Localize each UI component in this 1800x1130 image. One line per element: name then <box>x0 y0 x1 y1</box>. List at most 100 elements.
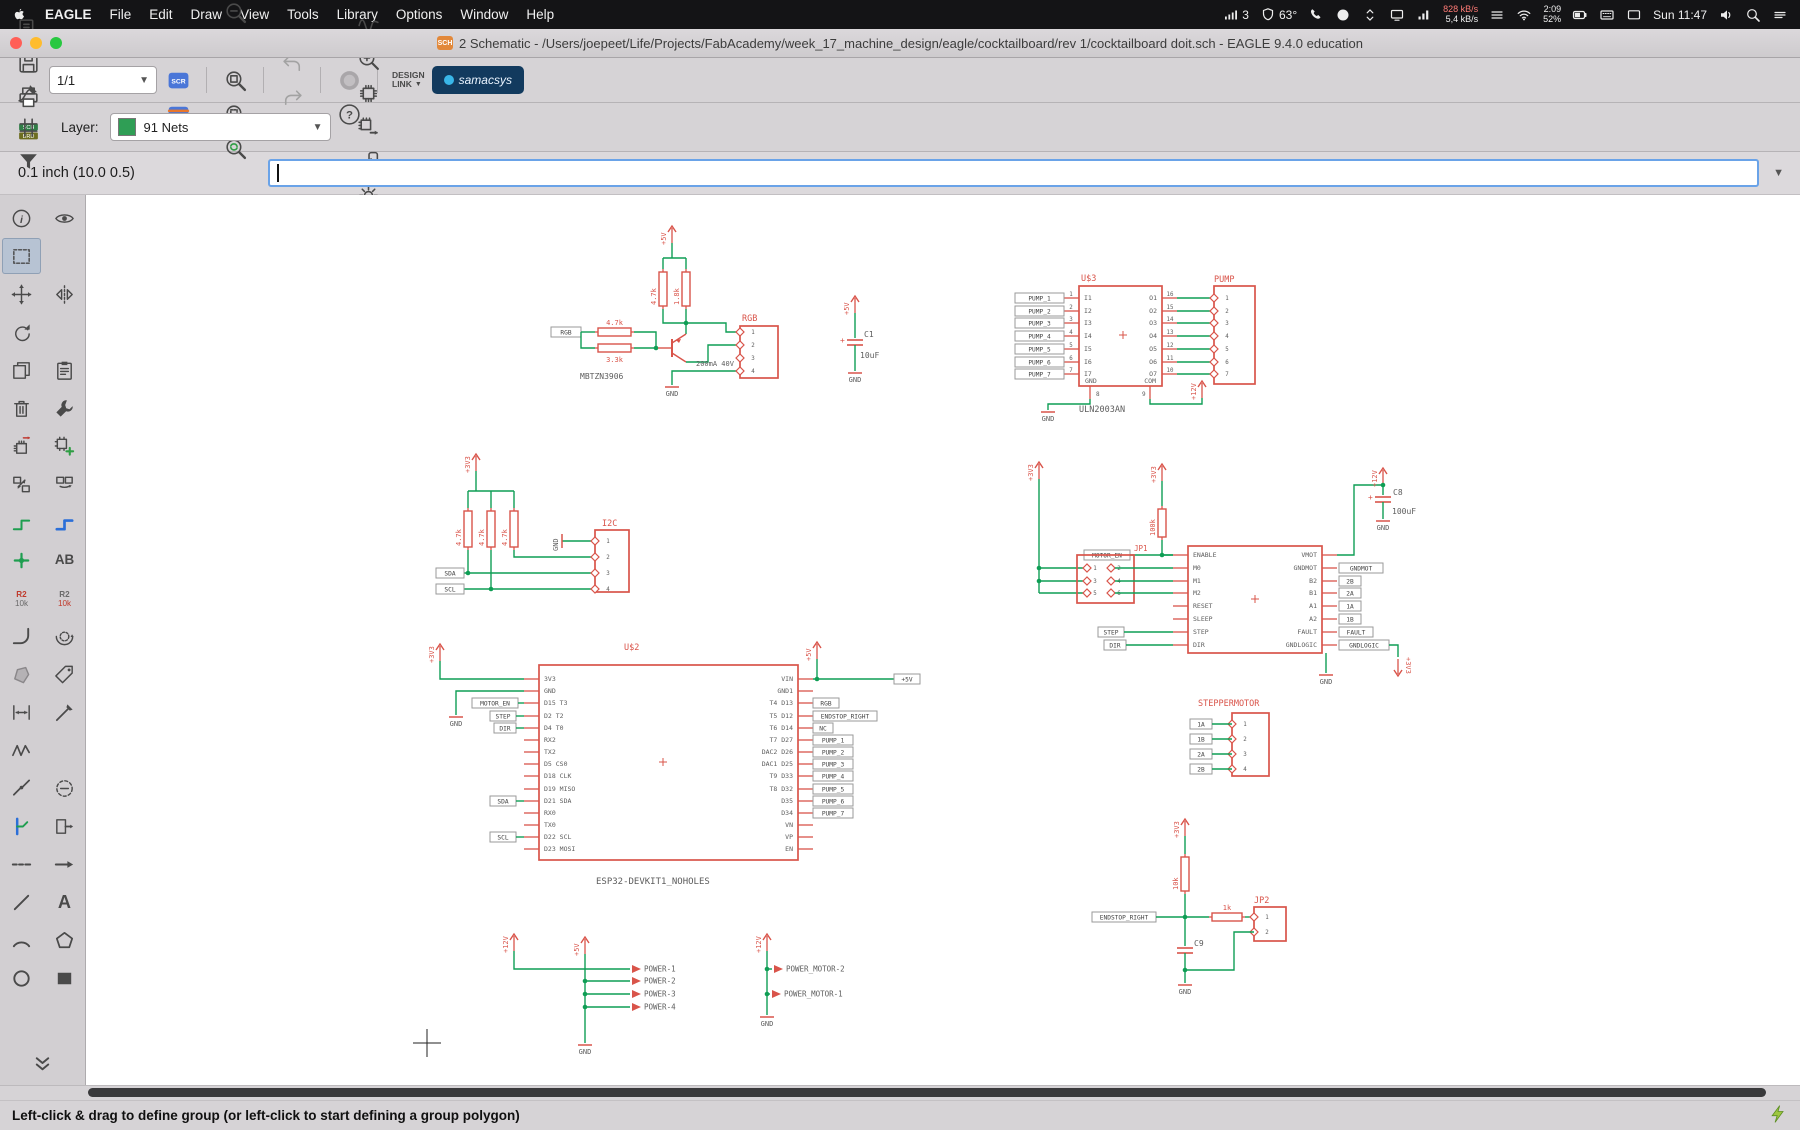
move-tool[interactable] <box>2 276 41 312</box>
menu-app-name[interactable]: EAGLE <box>45 7 92 22</box>
menu-item-window[interactable]: Window <box>460 7 508 22</box>
svg-text:+3V3: +3V3 <box>1404 657 1412 674</box>
menu-item-help[interactable]: Help <box>526 7 554 22</box>
zoom-window-button[interactable] <box>50 37 62 49</box>
bus-tap-tool[interactable] <box>2 808 41 844</box>
wire-style-button[interactable] <box>10 76 46 110</box>
name-tool[interactable]: R2 10k <box>2 580 41 616</box>
text-tool[interactable]: A <box>45 884 84 920</box>
wifi-icon[interactable] <box>1516 7 1532 23</box>
sheet-selector[interactable]: 1/1 ▼ <box>49 66 157 94</box>
palette-expand-button[interactable] <box>23 1045 62 1081</box>
minimize-button[interactable] <box>30 37 42 49</box>
dimension-tool[interactable] <box>2 694 41 730</box>
invoke-tool[interactable] <box>45 808 84 844</box>
svg-text:+5V: +5V <box>901 676 912 683</box>
gateswap-tool[interactable] <box>45 466 84 502</box>
pinswap-tool[interactable] <box>2 466 41 502</box>
battery-icon[interactable] <box>1572 7 1588 23</box>
svg-text:T6 D14: T6 D14 <box>770 724 794 732</box>
svg-text:1A: 1A <box>1346 603 1354 610</box>
horizontal-scrollbar[interactable] <box>88 1088 1766 1097</box>
close-button[interactable] <box>10 37 22 49</box>
screen-icon[interactable] <box>1626 7 1642 23</box>
svg-text:10k: 10k <box>57 599 71 608</box>
add-part-tool[interactable] <box>45 428 84 464</box>
horizontal-scrollbar-track[interactable] <box>0 1085 1800 1100</box>
svg-text:FAULT: FAULT <box>1297 628 1317 636</box>
junction-tool[interactable] <box>2 542 41 578</box>
rotate-tool[interactable] <box>2 314 41 350</box>
battery-time[interactable]: 2:09 52% <box>1543 4 1561 24</box>
split-tool[interactable] <box>2 770 41 806</box>
svg-text:STEP: STEP <box>496 713 511 720</box>
info-tool[interactable]: i <box>2 200 41 236</box>
attribute-tool[interactable] <box>45 656 84 692</box>
schematic-canvas[interactable]: +5V 4.7k 1.8k RGB 4.7k 3.3k GND MBTZN3906 200mA … <box>86 195 1800 1085</box>
pattern-tool[interactable] <box>2 846 41 882</box>
copy-tool[interactable] <box>2 352 41 388</box>
svg-text:SCR: SCR <box>171 78 185 85</box>
signal-tool[interactable] <box>2 732 41 768</box>
rect-tool[interactable] <box>45 960 84 996</box>
line-tool[interactable] <box>45 694 84 730</box>
menu-item-options[interactable]: Options <box>396 7 443 22</box>
globe-icon[interactable] <box>1335 7 1351 23</box>
mirror-tool[interactable] <box>45 276 84 312</box>
show-tool[interactable] <box>45 200 84 236</box>
stats-bars-icon[interactable] <box>1416 7 1432 23</box>
polygonize-tool[interactable] <box>45 618 84 654</box>
delete-tool[interactable] <box>2 390 41 426</box>
phone-icon[interactable] <box>1308 7 1324 23</box>
samacsys-button[interactable]: samacsys <box>431 66 524 94</box>
group-tool[interactable] <box>1 238 41 274</box>
ripup-tool[interactable] <box>45 770 84 806</box>
cellular-icon[interactable]: 3 <box>1223 7 1249 23</box>
menu-item-file[interactable]: File <box>110 7 132 22</box>
layer-selector[interactable]: 91 Nets ▼ <box>109 113 331 141</box>
menu-clock[interactable]: Sun 11:47 <box>1653 8 1707 22</box>
label-tool[interactable]: AB <box>45 542 84 578</box>
bus-tool[interactable] <box>45 504 84 540</box>
svg-text:3: 3 <box>751 356 755 362</box>
svg-text:D35: D35 <box>781 797 793 805</box>
replace-tool[interactable] <box>2 428 41 464</box>
notification-list-icon[interactable] <box>1772 7 1788 23</box>
keyboard-icon[interactable] <box>1599 7 1615 23</box>
updown-arrows-icon[interactable] <box>1362 7 1378 23</box>
svg-text:+12V: +12V <box>1371 469 1379 487</box>
network-speed[interactable]: 828 kB/s 5,4 kB/s <box>1443 4 1478 24</box>
menu-item-tools[interactable]: Tools <box>287 7 319 22</box>
circle-tool[interactable] <box>2 960 41 996</box>
svg-text:TX0: TX0 <box>544 821 556 829</box>
svg-text:B2: B2 <box>1309 577 1317 585</box>
command-history-dropdown[interactable]: ▼ <box>1769 167 1788 179</box>
spotlight-search-icon[interactable] <box>1745 7 1761 23</box>
value-tool[interactable]: R2 10k <box>45 580 84 616</box>
design-link-button[interactable]: DESIGN LINK ▼ <box>388 70 429 90</box>
module-instance-button[interactable] <box>351 110 387 144</box>
grid-button[interactable] <box>10 110 46 144</box>
menu-item-edit[interactable]: Edit <box>149 7 172 22</box>
polygon-shape-tool[interactable] <box>45 922 84 958</box>
zoom-out-button[interactable] <box>217 0 253 29</box>
arc-tool[interactable] <box>2 922 41 958</box>
module-button[interactable] <box>351 76 387 110</box>
scr-button[interactable]: SCR <box>160 63 196 97</box>
command-input[interactable] <box>268 159 1760 187</box>
cpu-bars-icon[interactable] <box>1489 7 1505 23</box>
svg-text:2A: 2A <box>1197 751 1205 758</box>
miter-tool[interactable] <box>2 618 41 654</box>
zoom-fit-button[interactable] <box>217 63 253 97</box>
net-tool[interactable] <box>2 504 41 540</box>
svg-text:1B: 1B <box>1197 736 1205 743</box>
display-mirror-icon[interactable] <box>1389 7 1405 23</box>
polygon-tool[interactable] <box>2 656 41 692</box>
paste-tool[interactable] <box>45 352 84 388</box>
volume-icon[interactable] <box>1718 7 1734 23</box>
change-tool[interactable] <box>45 390 84 426</box>
draw-line-tool[interactable] <box>2 884 41 920</box>
weather-shield-icon[interactable]: 63° <box>1260 7 1297 23</box>
arrow-tool[interactable] <box>45 846 84 882</box>
redo-button[interactable] <box>274 80 310 114</box>
